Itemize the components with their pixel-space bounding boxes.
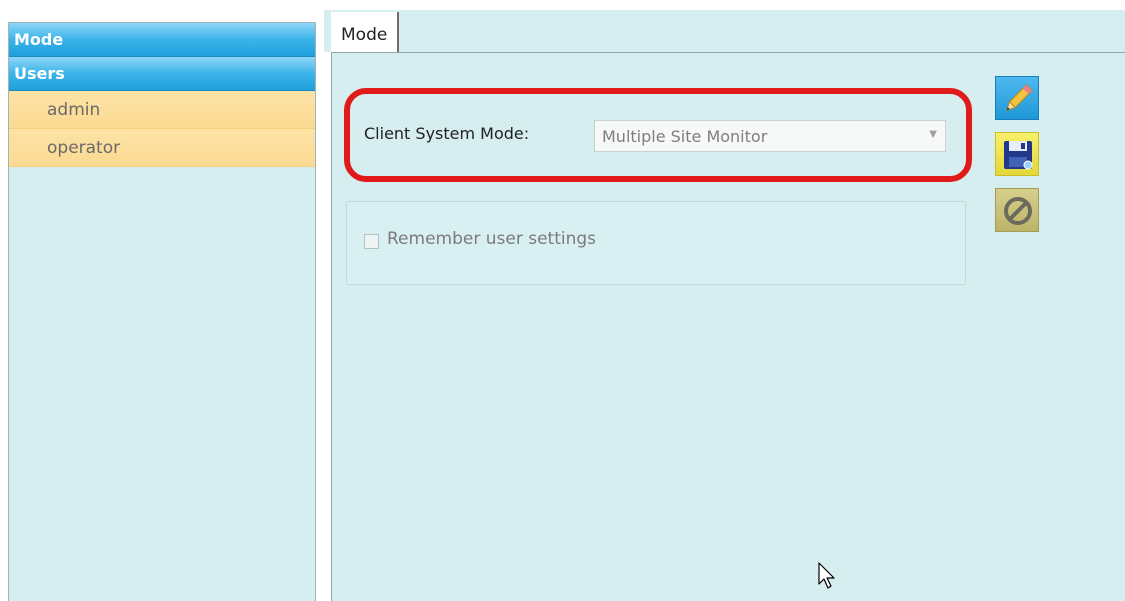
client-system-mode-label: Client System Mode: (364, 124, 530, 143)
sidebar: Mode Users admin operator (8, 22, 316, 601)
remember-user-settings-checkbox[interactable] (364, 234, 379, 249)
tab-mode[interactable]: Mode (331, 12, 400, 52)
user-settings-group: Remember user settings (346, 201, 966, 285)
app-window: Mode Users admin operator Mode Client Sy… (0, 0, 1125, 601)
client-system-mode-select[interactable]: Multiple Site Monitor ▼ (594, 120, 946, 152)
mouse-cursor-icon (818, 562, 835, 589)
pencil-icon (1005, 84, 1033, 112)
sidebar-item-admin[interactable]: admin (9, 91, 315, 129)
main-panel: Mode Client System Mode: Multiple Site M… (324, 10, 1125, 601)
cancel-button[interactable] (995, 188, 1039, 232)
remember-user-settings-label: Remember user settings (387, 229, 597, 249)
tab-strip: Mode (324, 10, 1125, 52)
sidebar-header-mode[interactable]: Mode (9, 23, 315, 57)
client-system-mode-highlight: Client System Mode: Multiple Site Monito… (344, 88, 972, 182)
sidebar-header-users[interactable]: Users (9, 57, 315, 91)
sidebar-item-operator[interactable]: operator (9, 129, 315, 167)
edit-button[interactable] (995, 76, 1039, 120)
mode-content: Client System Mode: Multiple Site Monito… (331, 52, 1125, 601)
cancel-circle-icon (1004, 197, 1032, 225)
save-button[interactable] (995, 132, 1039, 176)
floppy-disk-icon (1004, 141, 1033, 170)
client-system-mode-value: Multiple Site Monitor (602, 127, 768, 146)
chevron-down-icon: ▼ (929, 129, 937, 140)
